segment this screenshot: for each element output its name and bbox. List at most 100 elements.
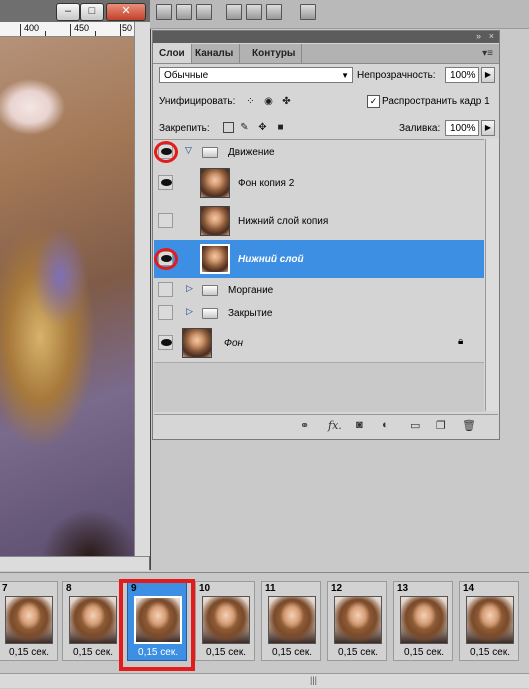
ruler-label: 450 xyxy=(74,23,90,33)
ruler-tick xyxy=(45,31,46,36)
document-window: – □ ✕ 400 450 50 xyxy=(0,0,151,571)
opacity-arrow-button[interactable]: ▶ xyxy=(481,67,495,83)
layer-row-group-motion[interactable]: ▽ Движение xyxy=(154,140,484,165)
ruler-label: 50 xyxy=(122,23,133,33)
eye-icon[interactable] xyxy=(158,213,173,228)
frame-thumbnail xyxy=(5,596,53,644)
eye-icon[interactable] xyxy=(158,175,173,190)
layer-row-background[interactable]: Фон 🔒︎ xyxy=(154,324,484,363)
minimize-button[interactable]: – xyxy=(56,3,80,21)
timeline-scrollbar[interactable]: ||| xyxy=(0,673,529,688)
layer-row-bg-copy-2[interactable]: Фон копия 2 xyxy=(154,164,484,203)
scroll-grip-icon[interactable]: ||| xyxy=(310,675,317,685)
collapse-icon[interactable]: » xyxy=(476,31,481,41)
align-icon[interactable] xyxy=(176,4,192,20)
frame-11[interactable]: 11 0,15 сек. xyxy=(261,581,321,661)
layer-row-bottom-copy[interactable]: Нижний слой копия xyxy=(154,202,484,241)
collapsed-triangle-icon[interactable]: ▷ xyxy=(186,283,193,294)
frame-10[interactable]: 10 0,15 сек. xyxy=(195,581,255,661)
layer-row-group-blink[interactable]: ▷ Моргание xyxy=(154,278,484,302)
close-button[interactable]: ✕ xyxy=(106,3,146,21)
lock-transparency-icon[interactable] xyxy=(223,122,234,133)
adjustment-layer-icon[interactable]: ◐ xyxy=(382,419,389,431)
eye-icon[interactable] xyxy=(158,305,173,320)
lock-all-icon[interactable]: ■ xyxy=(275,122,286,133)
ruler-label: 400 xyxy=(24,23,40,33)
layer-thumbnail xyxy=(200,168,230,198)
blend-mode-select[interactable]: Обычные ▼ xyxy=(159,67,353,83)
propagate-label: Распространить кадр 1 xyxy=(382,96,490,107)
propagate-checkbox[interactable]: ✓ xyxy=(367,95,380,108)
layer-thumbnail xyxy=(182,328,212,358)
frame-number: 10 xyxy=(199,583,211,594)
horizontal-scrollbar[interactable] xyxy=(0,556,149,571)
unify-position-icon[interactable]: ⁘ xyxy=(245,96,256,107)
frame-12[interactable]: 12 0,15 сек. xyxy=(327,581,387,661)
ruler-tick xyxy=(95,31,96,36)
collapsed-triangle-icon[interactable]: ▷ xyxy=(186,306,193,317)
fill-label: Заливка: xyxy=(399,123,441,134)
auto-align-icon[interactable] xyxy=(300,4,316,20)
frame-7[interactable]: 7 0,15 сек. xyxy=(0,581,58,661)
frame-delay[interactable]: 0,15 сек. xyxy=(196,647,256,658)
frame-thumbnail xyxy=(268,596,316,644)
expand-triangle-icon[interactable]: ▽ xyxy=(185,145,192,156)
canvas-image[interactable] xyxy=(0,37,134,556)
align-icon[interactable] xyxy=(156,4,172,20)
layer-row-bottom-layer[interactable]: Нижний слой xyxy=(154,240,484,279)
tab-layers[interactable]: Слои xyxy=(153,44,192,63)
chevron-down-icon: ▼ xyxy=(341,71,349,80)
frame-number: 11 xyxy=(265,583,276,594)
distribute-icon[interactable] xyxy=(246,4,262,20)
folder-icon xyxy=(202,285,218,296)
annotation-box xyxy=(119,579,195,671)
frame-delay[interactable]: 0,15 сек. xyxy=(0,647,59,658)
layer-list-scrollbar[interactable] xyxy=(485,139,499,411)
layer-name: Фон xyxy=(224,338,244,349)
vertical-scrollbar[interactable] xyxy=(134,22,150,556)
lock-pixels-brush-icon[interactable]: ✎ xyxy=(239,122,250,133)
fill-input[interactable]: 100% xyxy=(445,120,479,136)
opacity-input[interactable]: 100% xyxy=(445,67,479,83)
frame-delay[interactable]: 0,15 сек. xyxy=(394,647,454,658)
trash-icon[interactable]: 🗑︎ xyxy=(462,419,476,432)
add-mask-icon[interactable]: ◙ xyxy=(356,419,363,431)
frame-8[interactable]: 8 0,15 сек. xyxy=(62,581,122,661)
frame-number: 14 xyxy=(463,583,475,594)
layer-row-group-close[interactable]: ▷ Закрытие xyxy=(154,301,484,325)
frame-thumbnail xyxy=(202,596,250,644)
tab-channels[interactable]: Каналы xyxy=(189,44,241,63)
window-controls: – □ ✕ xyxy=(56,3,146,21)
tab-paths[interactable]: Контуры xyxy=(246,44,303,63)
link-layers-icon[interactable]: ⚭ xyxy=(300,419,309,432)
unify-label: Унифицировать: xyxy=(159,96,236,107)
lock-label: Закрепить: xyxy=(159,123,210,134)
eye-icon[interactable] xyxy=(158,335,173,350)
distribute-icon[interactable] xyxy=(266,4,282,20)
close-panel-icon[interactable]: × xyxy=(489,31,494,41)
fill-arrow-button[interactable]: ▶ xyxy=(481,120,495,136)
layer-name: Моргание xyxy=(228,285,274,296)
eye-icon[interactable] xyxy=(158,282,173,297)
unify-visibility-icon[interactable]: ◉ xyxy=(263,96,274,107)
layer-thumbnail xyxy=(200,206,230,236)
frame-14[interactable]: 14 0,15 сек. xyxy=(459,581,519,661)
frame-delay[interactable]: 0,15 сек. xyxy=(460,647,520,658)
frame-delay[interactable]: 0,15 сек. xyxy=(63,647,123,658)
panel-header[interactable]: » × xyxy=(153,31,499,43)
frame-number: 13 xyxy=(397,583,409,594)
frame-13[interactable]: 13 0,15 сек. xyxy=(393,581,453,661)
distribute-icon[interactable] xyxy=(226,4,242,20)
new-layer-icon[interactable]: ❐ xyxy=(436,419,446,432)
ruler-tick xyxy=(120,24,121,36)
frame-delay[interactable]: 0,15 сек. xyxy=(328,647,388,658)
align-icon[interactable] xyxy=(196,4,212,20)
fx-icon[interactable]: fx. xyxy=(328,419,342,432)
lock-position-move-icon[interactable]: ✥ xyxy=(257,122,268,133)
unify-style-icon[interactable]: ✤ xyxy=(281,96,292,107)
frame-delay[interactable]: 0,15 сек. xyxy=(262,647,322,658)
panel-menu-icon[interactable]: ▾≡ xyxy=(482,48,493,59)
new-group-icon[interactable]: ▭ xyxy=(410,419,420,432)
restore-button[interactable]: □ xyxy=(80,3,104,21)
layer-thumbnail xyxy=(200,244,230,274)
